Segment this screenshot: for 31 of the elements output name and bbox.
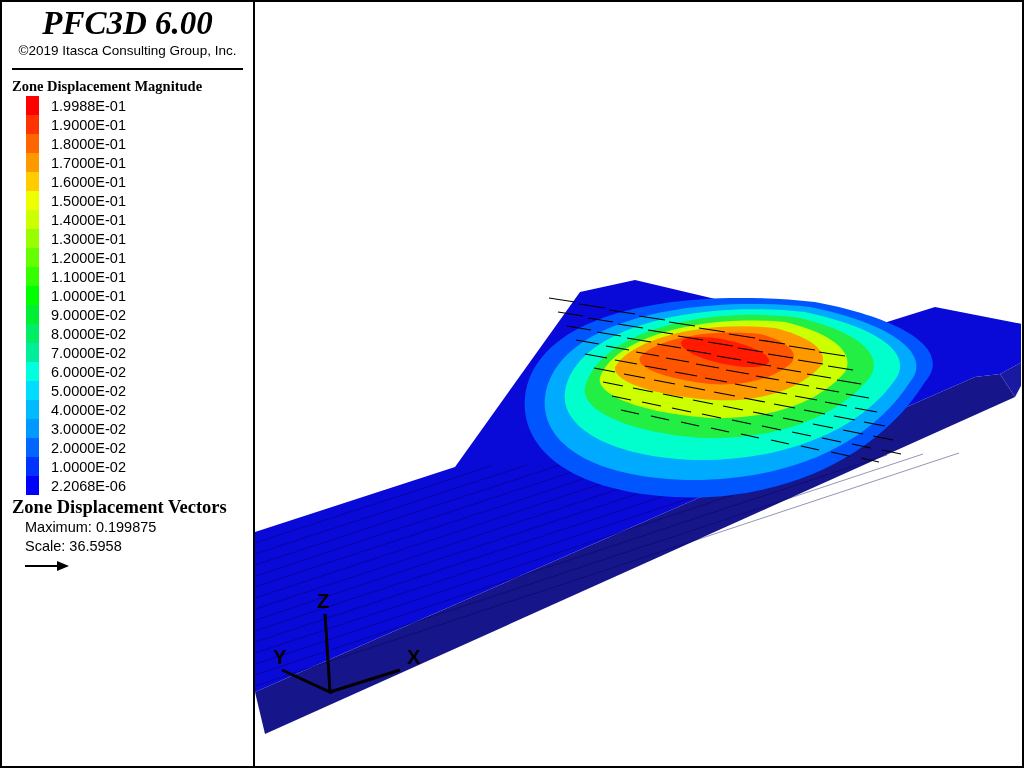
- legend-value: 6.0000E-02: [51, 363, 126, 380]
- legend-value: 1.6000E-01: [51, 173, 126, 190]
- legend-value: 4.0000E-02: [51, 401, 126, 418]
- legend-value: 2.0000E-02: [51, 439, 126, 456]
- arrow-icon: [25, 560, 69, 572]
- legend-value: 7.0000E-02: [51, 344, 126, 361]
- legend-title: Zone Displacement Magnitude: [12, 78, 203, 95]
- legend-value: 9.0000E-02: [51, 306, 126, 323]
- legend-value: 1.3000E-01: [51, 230, 126, 247]
- legend-value: 1.0000E-01: [51, 287, 126, 304]
- legend-value: 3.0000E-02: [51, 420, 126, 437]
- legend-value: 1.7000E-01: [51, 154, 126, 171]
- legend-value: 1.1000E-01: [51, 268, 126, 285]
- app-title: PFC3D 6.00: [42, 4, 213, 42]
- legend-value: 8.0000E-02: [51, 325, 126, 342]
- legend-value: 5.0000E-02: [51, 382, 126, 399]
- legend-value: 1.9000E-01: [51, 116, 126, 133]
- axis-label: Y: [273, 646, 287, 668]
- legend-title: Zone Displacement Vectors: [12, 497, 227, 518]
- legend-value: 1.8000E-01: [51, 135, 126, 152]
- maximum-text: Maximum: 0.199875: [25, 518, 157, 537]
- legend-value: 1.2000E-01: [51, 249, 126, 266]
- legend-value: 1.4000E-01: [51, 211, 126, 228]
- copyright-text: ©2019 Itasca Consulting Group, Inc.: [18, 43, 237, 58]
- legend-value: 2.2068E-06: [51, 477, 126, 494]
- scale-text: Scale: 36.5958: [25, 537, 122, 556]
- axis-label: Z: [317, 590, 330, 612]
- axis-label: X: [407, 646, 421, 668]
- legend-value: 1.5000E-01: [51, 192, 126, 209]
- legend-value: 1.0000E-02: [51, 458, 126, 475]
- legend-value: 1.9988E-01: [51, 97, 126, 114]
